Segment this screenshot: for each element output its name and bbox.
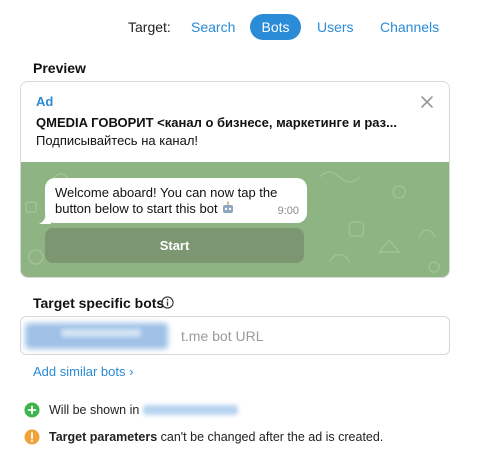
ad-preview-card: Ad QMEDIA ГОВОРИТ <канал о бизнесе, марк… — [20, 81, 450, 278]
tab-search[interactable]: Search — [191, 14, 235, 40]
add-similar-bots-link[interactable]: Add similar bots › — [33, 364, 133, 379]
robot-icon — [223, 201, 234, 213]
tab-channels[interactable]: Channels — [380, 14, 439, 40]
ad-label: Ad — [36, 94, 54, 109]
start-button[interactable]: Start — [45, 228, 304, 263]
params-rest-text: can't be changed after the ad is created… — [157, 430, 384, 444]
ad-title: QMEDIA ГОВОРИТ <канал о бизнесе, маркети… — [36, 115, 397, 130]
message-time: 9:00 — [277, 205, 299, 217]
tab-users[interactable]: Users — [317, 14, 354, 40]
blurred-bot-name — [143, 405, 239, 415]
params-bold-text: Target parameters — [49, 430, 158, 444]
tab-bots[interactable]: Bots — [250, 14, 301, 40]
message-text: Welcome aboard! You can now tap the butt… — [55, 185, 278, 216]
ad-header: Ad QMEDIA ГОВОРИТ <канал о бизнесе, марк… — [21, 82, 449, 162]
ad-text: Подписывайтесь на канал! — [36, 133, 199, 148]
close-icon[interactable] — [419, 94, 435, 110]
selected-bot-chip-label — [61, 329, 141, 337]
warning-icon — [24, 429, 40, 445]
shown-in-text: Will be shown in — [49, 403, 140, 417]
plus-circle-icon — [24, 402, 40, 418]
target-tabs: Target: Search Bots Users Channels — [0, 14, 501, 40]
info-icon[interactable] — [161, 296, 174, 309]
preview-heading: Preview — [33, 60, 86, 76]
message-bubble: Welcome aboard! You can now tap the butt… — [45, 178, 307, 223]
bot-url-placeholder: t.me bot URL — [181, 328, 264, 344]
bot-url-input[interactable]: t.me bot URL — [20, 316, 450, 355]
chat-preview: Welcome aboard! You can now tap the butt… — [21, 162, 449, 277]
target-bots-heading: Target specific bots — [33, 295, 165, 311]
target-label: Target: — [128, 19, 171, 35]
